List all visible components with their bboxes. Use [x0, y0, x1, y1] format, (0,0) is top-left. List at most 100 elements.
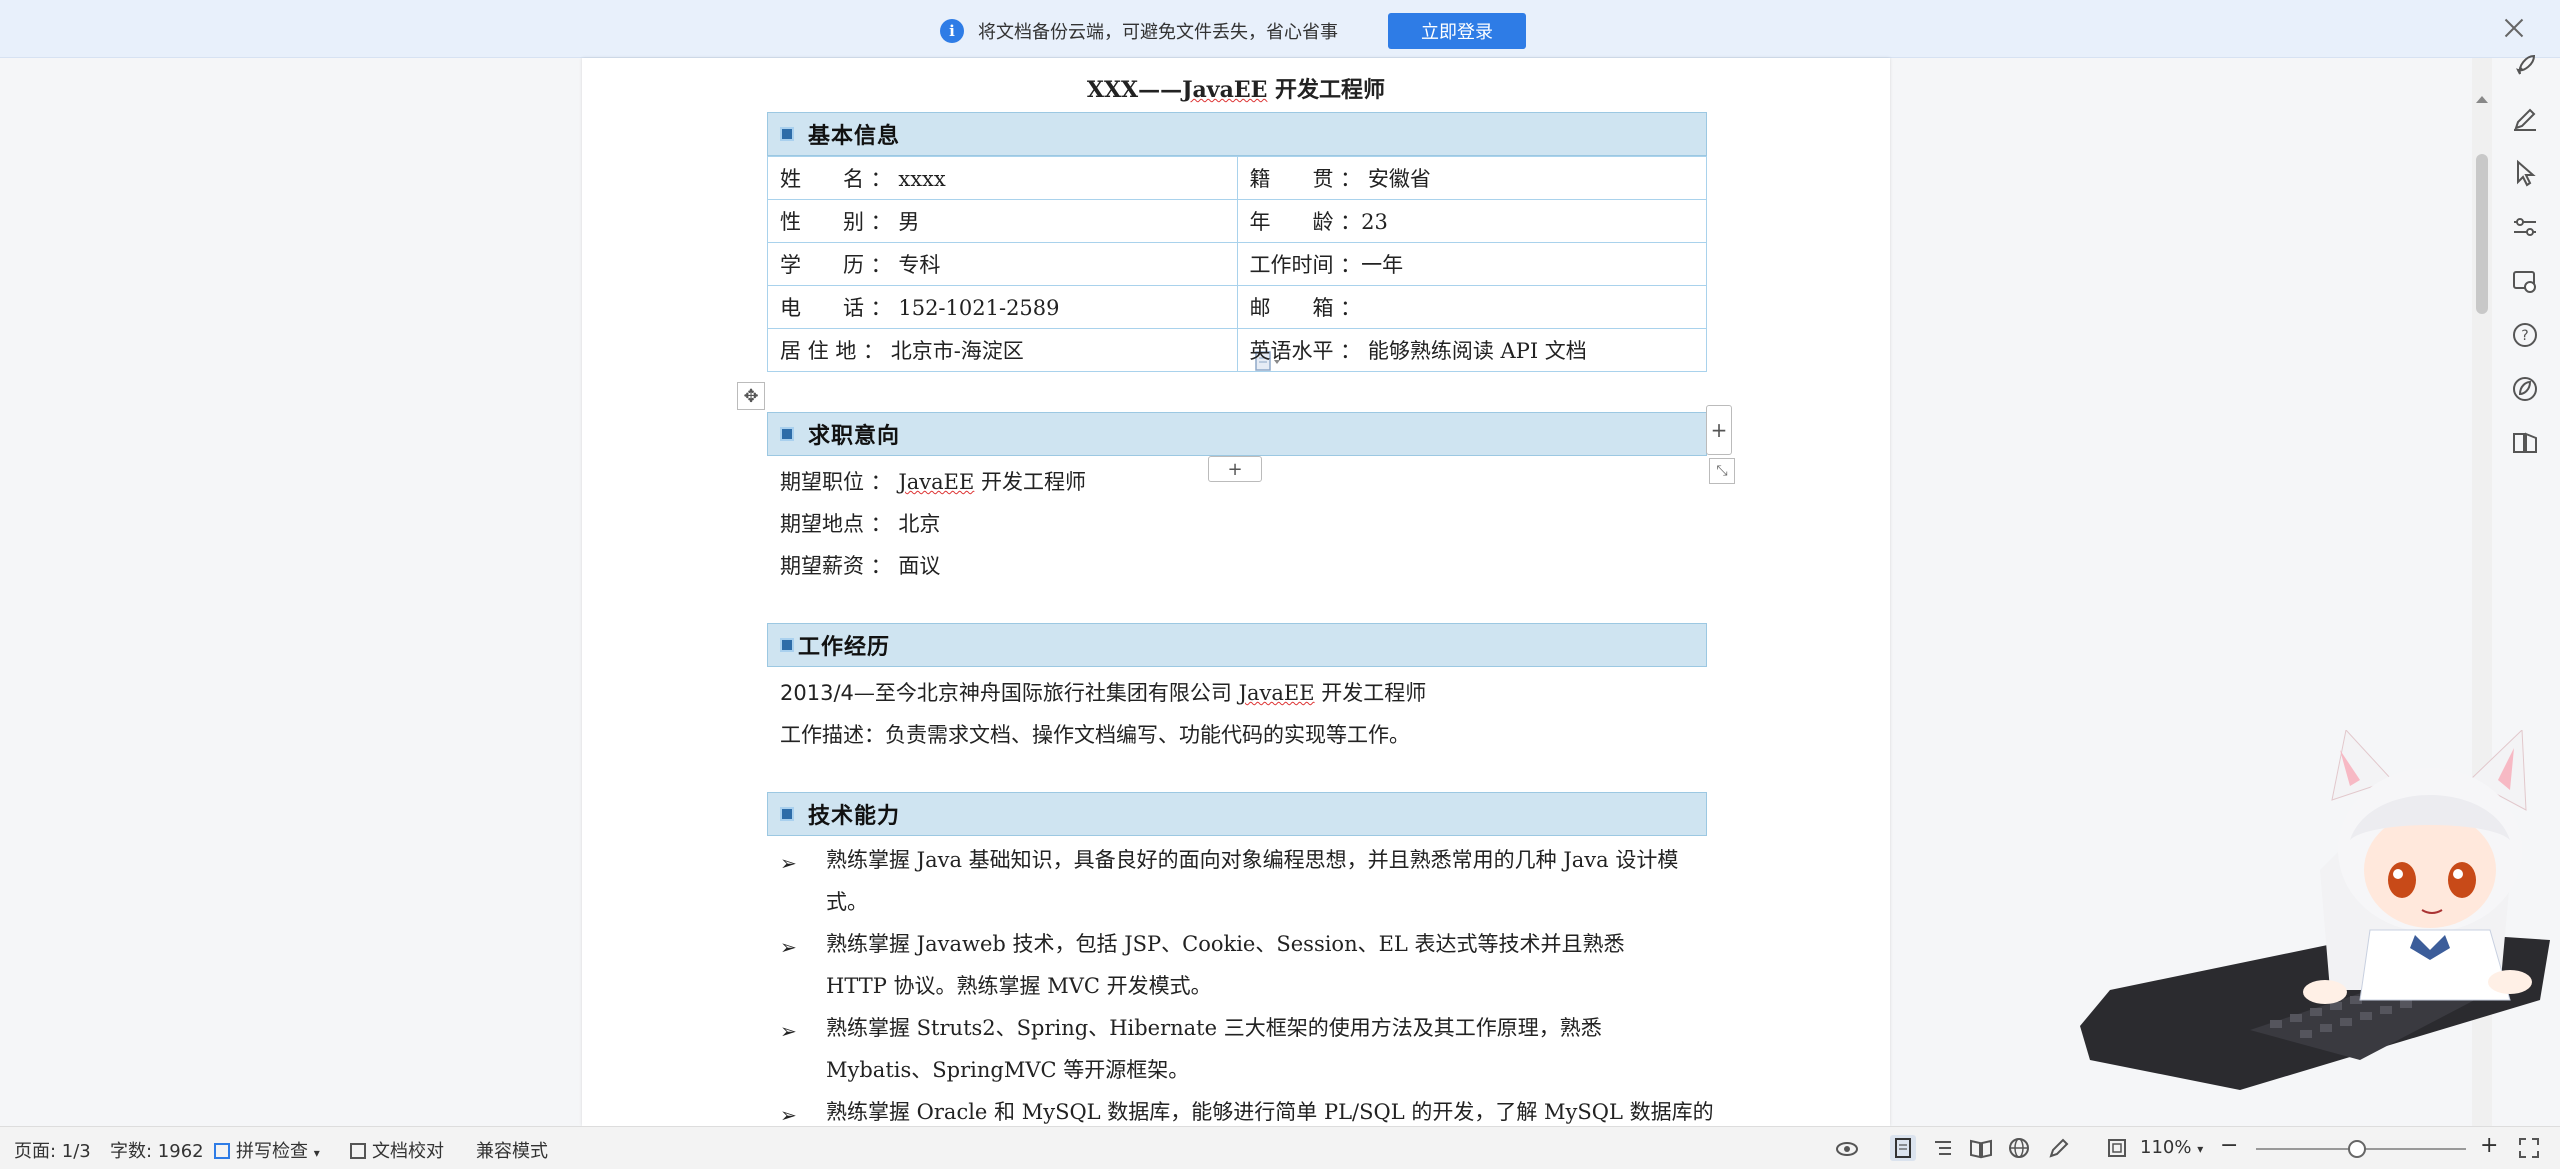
cloud-backup-notice-bar: i 将文档备份云端，可避免文件丢失，省心省事 立即登录	[0, 0, 2560, 58]
table-cell[interactable]: 居 住 地 ： 北京市-海淀区	[767, 328, 1238, 372]
zoom-level-dropdown[interactable]: 110% ▾	[2140, 1137, 2203, 1158]
eye-protection-icon[interactable]	[1834, 1135, 1860, 1161]
table-row: 电 话 ： 152-1021-2589 邮 箱 ：	[767, 285, 1707, 329]
section-title: 工作经历	[798, 634, 891, 660]
table-move-handle[interactable]: ✥	[737, 382, 765, 410]
document-page[interactable]: XXX——JavaEE 开发工程师 基本信息 姓 名 ： xxxx 籍 贯 ： …	[582, 58, 1890, 1127]
add-column-button[interactable]: +	[1706, 405, 1732, 455]
page-view-icon[interactable]	[1890, 1135, 1916, 1161]
basic-info-table: 姓 名 ： xxxx 籍 贯 ： 安徽省 性 别 ： 男 年 龄 ：23 学 历…	[767, 156, 1707, 372]
table-row: 性 别 ： 男 年 龄 ：23	[767, 199, 1707, 243]
table-row: 居 住 地 ： 北京市-海淀区 英语水平 ： 能够熟练阅读 API 文档	[767, 328, 1707, 372]
table-cell[interactable]: 学 历 ： 专科	[767, 242, 1238, 286]
table-row: 学 历 ： 专科 工作时间 ：一年	[767, 242, 1707, 286]
section-job-intent: 求职意向	[767, 412, 1707, 456]
table-cell[interactable]: 英语水平 ： 能够熟练阅读 API 文档	[1236, 328, 1707, 372]
document-title: XXX——JavaEE 开发工程师	[582, 72, 1890, 104]
reading-mode-icon[interactable]	[1968, 1135, 1994, 1161]
title-prefix: XXX——	[1086, 77, 1183, 103]
adjust-sliders-icon[interactable]	[2508, 210, 2542, 244]
position-rest: 开发工程师	[974, 470, 1087, 494]
table-cell[interactable]: 电 话 ： 152-1021-2589	[767, 285, 1238, 329]
expected-salary: 期望薪资 ： 面议	[780, 554, 941, 578]
chevron-down-icon: ▾	[313, 1146, 320, 1160]
info-icon: i	[940, 19, 964, 43]
checkbox-checked-icon	[214, 1143, 230, 1159]
table-cell[interactable]: 性 别 ： 男	[767, 199, 1238, 243]
table-cell[interactable]: 邮 箱 ：	[1236, 285, 1707, 329]
section-icon	[780, 127, 794, 141]
section-skills: 技术能力	[767, 792, 1707, 836]
work-line-1: 2013/4—至今北京神舟国际旅行社集团有限公司 JavaEE 开发工程师	[780, 677, 1426, 707]
zoom-slider-knob[interactable]	[2348, 1140, 2366, 1158]
bullet-arrow-icon: ➢	[780, 935, 797, 959]
word-count[interactable]: 字数: 1962	[110, 1137, 204, 1163]
chevron-down-icon: ▾	[2197, 1142, 2204, 1156]
table-resize-handle[interactable]: ⤡	[1709, 458, 1735, 484]
web-layout-icon[interactable]	[2006, 1135, 2032, 1161]
image-tools-icon[interactable]	[2508, 264, 2542, 298]
proofread-label: 文档校对	[372, 1141, 444, 1162]
bullet-arrow-icon: ➢	[780, 1103, 797, 1127]
section-icon	[780, 427, 794, 441]
compat-mode-label: 兼容模式	[476, 1141, 548, 1162]
book-reader-icon[interactable]	[2508, 426, 2542, 460]
leaf-settings-icon[interactable]	[2508, 372, 2542, 406]
pen-icon[interactable]	[2508, 102, 2542, 136]
fullscreen-icon[interactable]	[2516, 1135, 2542, 1161]
section-title: 技术能力	[808, 803, 901, 829]
table-row: 姓 名 ： xxxx 籍 贯 ： 安徽省	[767, 156, 1707, 200]
zoom-level: 110%	[2140, 1137, 2192, 1158]
work-date: 2013/4	[780, 681, 854, 705]
close-icon[interactable]	[2502, 16, 2526, 40]
status-bar: 页面: 1/3 字数: 1962 拼写检查 ▾ 文档校对 兼容模式 110% ▾…	[0, 1126, 2560, 1169]
outline-view-icon[interactable]	[1930, 1135, 1956, 1161]
bullet-arrow-icon: ➢	[780, 1019, 797, 1043]
expected-position: 期望职位 ： JavaEE 开发工程师	[780, 466, 1086, 496]
table-cell[interactable]: 年 龄 ：23	[1236, 199, 1707, 243]
bullet-arrow-icon: ➢	[780, 851, 797, 875]
doc-proofread-button[interactable]: 文档校对	[350, 1137, 444, 1163]
login-button[interactable]: 立即登录	[1388, 13, 1526, 49]
zoom-in-button[interactable]: +	[2480, 1133, 2498, 1158]
cursor-select-icon[interactable]	[2508, 156, 2542, 190]
section-icon	[780, 638, 794, 652]
position-label: 期望职位 ：	[780, 470, 899, 494]
table-cell[interactable]: 籍 贯 ： 安徽省	[1236, 156, 1707, 200]
cat-girl-mascot-image	[2080, 730, 2550, 1090]
svg-text:?: ?	[2521, 328, 2528, 344]
work-company: —至今北京神舟国际旅行社集团有限公司	[853, 681, 1239, 705]
spell-check-toggle[interactable]: 拼写检查 ▾	[214, 1137, 320, 1163]
table-cell[interactable]: 姓 名 ： xxxx	[767, 156, 1238, 200]
spell-check-label: 拼写检查	[236, 1141, 308, 1162]
help-icon[interactable]: ?	[2508, 318, 2542, 352]
add-row-button[interactable]: +	[1208, 456, 1262, 482]
fit-page-icon[interactable]	[2104, 1135, 2130, 1161]
work-title-rest: 开发工程师	[1314, 681, 1427, 705]
skill-text: 熟练掌握 Javaweb 技术，包括 JSP、Cookie、Session、EL…	[826, 932, 1625, 998]
notice-text: 将文档备份云端，可避免文件丢失，省心省事	[978, 22, 1338, 43]
skill-text: 熟练掌握 Java 基础知识，具备良好的面向对象编程思想，并且熟悉常用的几种 J…	[826, 848, 1679, 914]
section-basic-info: 基本信息	[767, 112, 1707, 156]
section-icon	[780, 807, 794, 821]
work-line-2: 工作描述：负责需求文档、操作文档编写、功能代码的实现等工作。	[780, 723, 1410, 747]
expected-location: 期望地点 ： 北京	[780, 512, 941, 536]
right-side-toolbar: ?	[2500, 44, 2560, 464]
title-en: JavaEE	[1182, 77, 1268, 103]
rocket-icon[interactable]	[2508, 48, 2542, 82]
work-title-en: JavaEE	[1238, 681, 1315, 705]
notice-content: i 将文档备份云端，可避免文件丢失，省心省事 立即登录	[940, 13, 1526, 49]
section-title: 求职意向	[808, 423, 901, 449]
section-title: 基本信息	[808, 123, 901, 149]
skill-text: 熟练掌握 Struts2、Spring、Hibernate 三大框架的使用方法及…	[826, 1016, 1602, 1082]
scroll-thumb[interactable]	[2476, 154, 2488, 314]
write-mode-icon[interactable]	[2046, 1135, 2072, 1161]
title-suffix: 开发工程师	[1267, 77, 1386, 103]
scroll-up-arrow-icon[interactable]	[2476, 96, 2488, 103]
position-en: JavaEE	[898, 470, 975, 494]
section-work-experience: 工作经历	[767, 623, 1707, 667]
page-indicator[interactable]: 页面: 1/3	[14, 1137, 91, 1163]
table-cell[interactable]: 工作时间 ：一年	[1236, 242, 1707, 286]
zoom-out-button[interactable]: −	[2220, 1133, 2238, 1158]
proofread-icon	[350, 1143, 366, 1159]
